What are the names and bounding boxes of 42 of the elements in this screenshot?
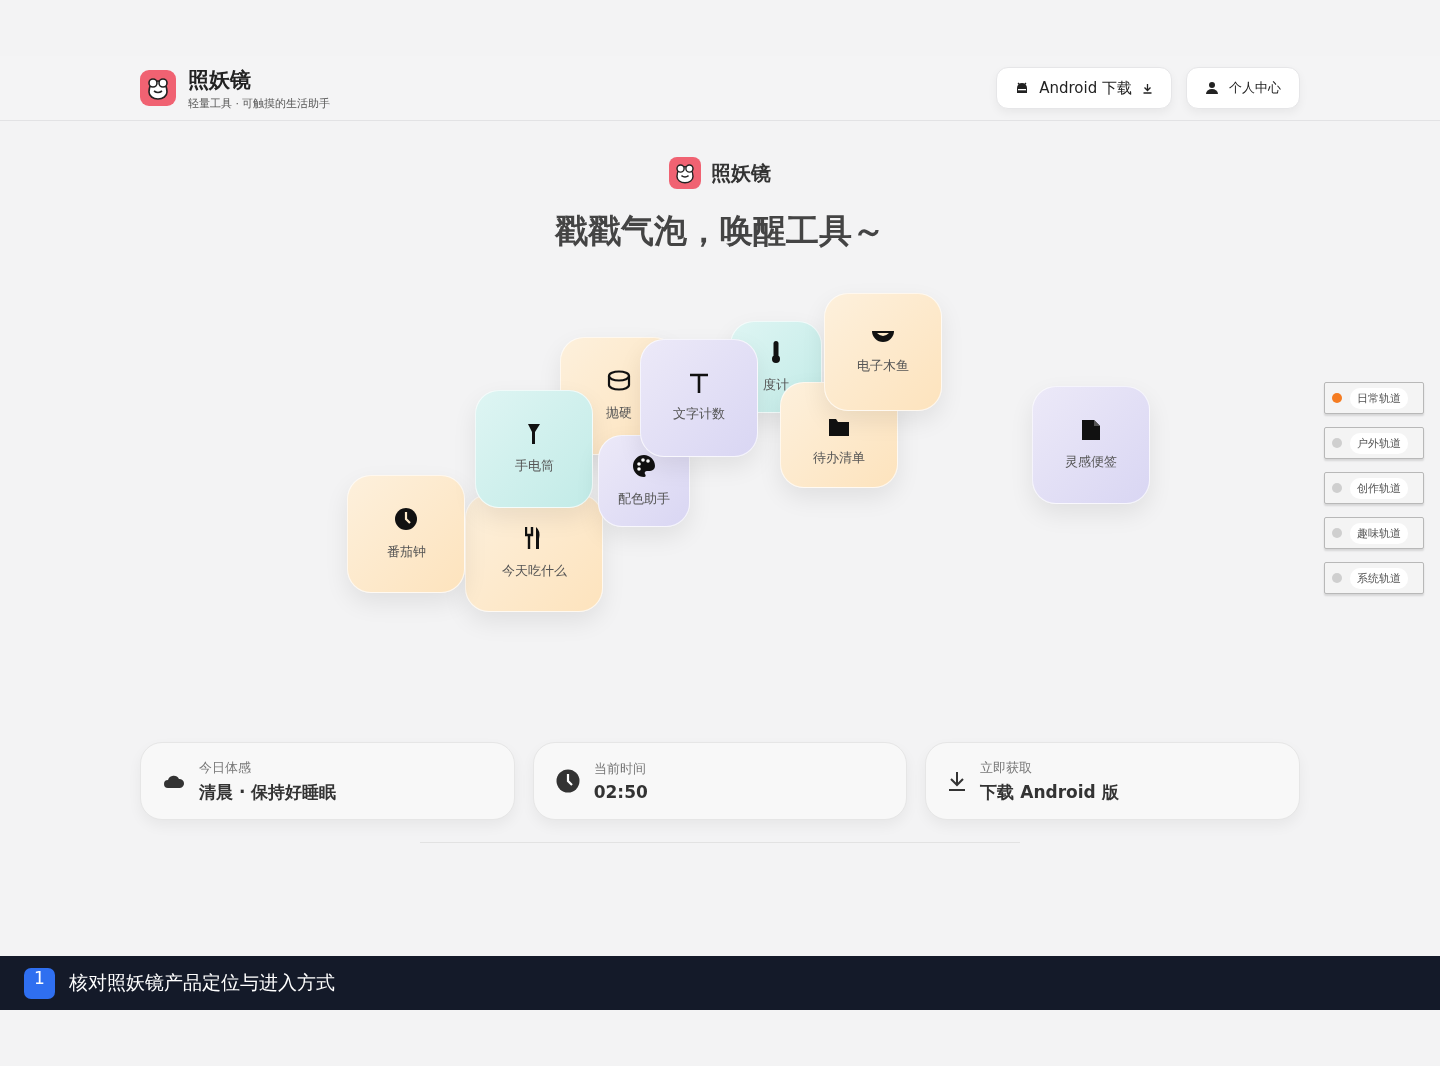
folder-icon bbox=[828, 417, 850, 437]
profile-button[interactable]: 个人中心 bbox=[1186, 67, 1300, 109]
track-tab[interactable]: 系统轨道 bbox=[1324, 562, 1424, 594]
clock-icon bbox=[555, 769, 580, 793]
track-tab[interactable]: 户外轨道 bbox=[1324, 427, 1424, 459]
brand-name: 照妖镜 bbox=[711, 159, 771, 187]
track-tab[interactable]: 趣味轨道 bbox=[1324, 517, 1424, 549]
step-text: 核对照妖镜产品定位与进入方式 bbox=[69, 970, 335, 995]
android-download-button[interactable]: Android 下载 bbox=[996, 67, 1172, 109]
text-icon bbox=[689, 373, 709, 393]
tool-bubble[interactable]: 文字计数 bbox=[640, 339, 758, 457]
step-number: 1 bbox=[24, 967, 55, 999]
info-caption: 当前时间 bbox=[593, 760, 647, 778]
app-logo-icon bbox=[669, 157, 701, 189]
download-icon bbox=[1142, 82, 1153, 94]
tagline: 轻量工具 · 可触摸的生活助手 bbox=[188, 95, 331, 111]
track-tab[interactable]: 日常轨道 bbox=[1324, 382, 1424, 414]
flashlight-icon bbox=[527, 423, 541, 445]
track-tab[interactable]: 创作轨道 bbox=[1324, 472, 1424, 504]
info-caption: 今日体感 bbox=[199, 758, 252, 777]
info-caption: 立即获取 bbox=[980, 758, 1034, 777]
user-icon bbox=[1205, 81, 1219, 95]
info-value: 清晨 · 保持好睡眠 bbox=[199, 780, 337, 804]
app-name: 照妖镜 bbox=[188, 66, 252, 94]
fork-knife-icon bbox=[525, 526, 543, 550]
palette-icon bbox=[632, 454, 656, 478]
tool-bubble[interactable]: 电子木鱼 bbox=[824, 293, 942, 411]
tool-bubble[interactable]: 手电筒 bbox=[475, 390, 593, 508]
bowl-icon bbox=[871, 329, 895, 345]
note-icon bbox=[1081, 419, 1101, 441]
coin-icon bbox=[607, 370, 631, 392]
thermometer-icon bbox=[770, 340, 782, 364]
slogan: 戳戳气泡，唤醒工具～ bbox=[555, 210, 885, 252]
download-icon bbox=[948, 771, 967, 791]
tool-bubble[interactable]: 灵感便签 bbox=[1032, 386, 1150, 504]
info-value: 02:50 bbox=[593, 782, 648, 802]
android-icon bbox=[1015, 81, 1030, 95]
app-logo-icon bbox=[140, 70, 176, 106]
tool-bubble[interactable]: 番茄钟 bbox=[347, 475, 465, 593]
clock-icon bbox=[394, 507, 418, 531]
info-value: 下载 Android 版 bbox=[980, 780, 1119, 804]
cloud-icon bbox=[163, 773, 185, 789]
